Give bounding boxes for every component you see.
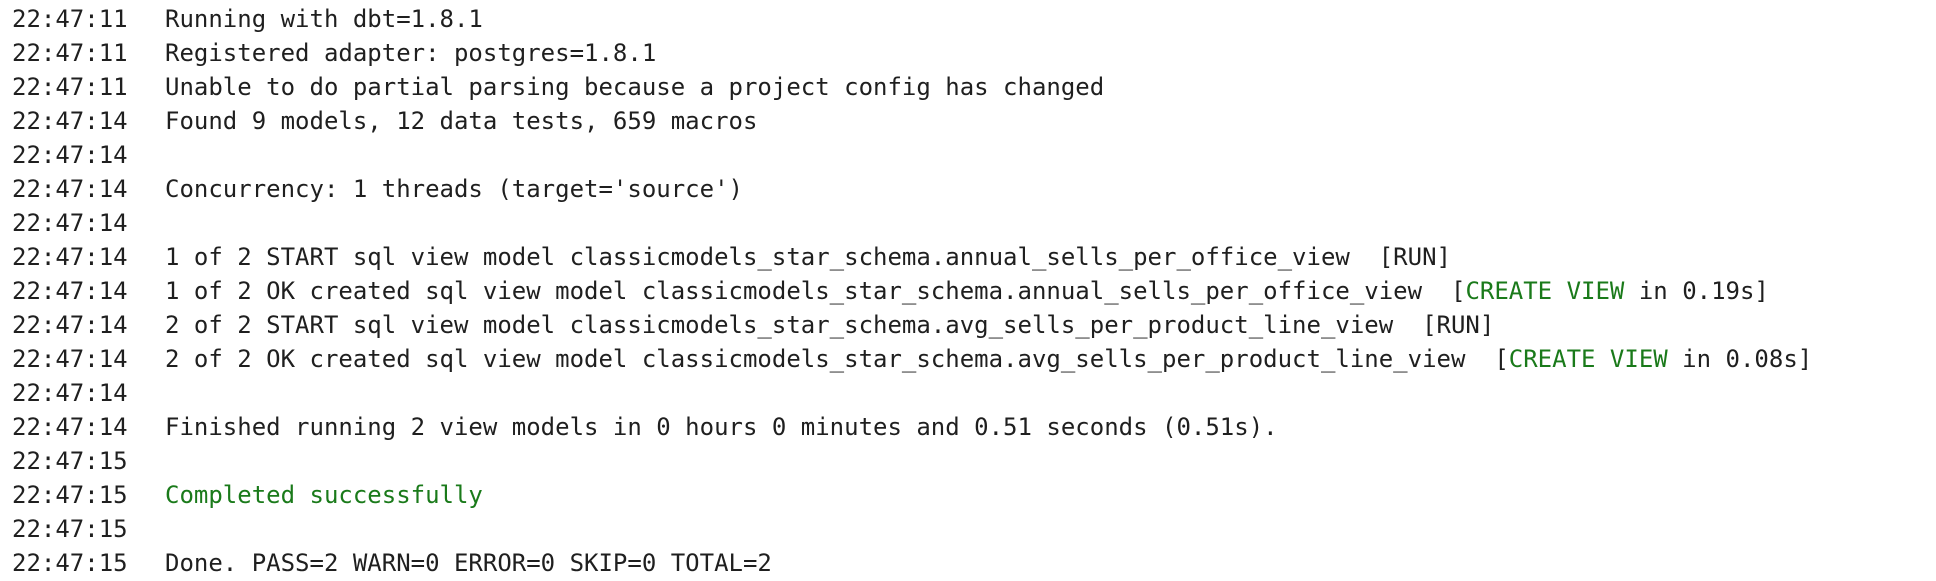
log-line: 22:47:14 bbox=[0, 206, 1936, 240]
log-message: 1 of 2 OK created sql view model classic… bbox=[165, 274, 1769, 308]
log-timestamp: 22:47:14 bbox=[12, 141, 128, 169]
log-message: Done. PASS=2 WARN=0 ERROR=0 SKIP=0 TOTAL… bbox=[165, 549, 772, 577]
success-message: Completed successfully bbox=[165, 481, 483, 509]
log-message-prefix: 2 of 2 OK created sql view model classic… bbox=[165, 345, 1509, 373]
log-line: 22:47:14 Found 9 models, 12 data tests, 6… bbox=[0, 104, 1936, 138]
log-timestamp: 22:47:14 bbox=[12, 277, 128, 305]
terminal-output: 22:47:11 Running with dbt=1.8.1 22:47:11 R… bbox=[0, 0, 1936, 581]
log-line: 22:47:15 bbox=[0, 444, 1936, 478]
log-timestamp: 22:47:11 bbox=[12, 39, 128, 67]
log-message: Unable to do partial parsing because a p… bbox=[165, 73, 1105, 101]
log-message-suffix: in 0.19s] bbox=[1624, 277, 1769, 305]
log-message: 2 of 2 OK created sql view model classic… bbox=[165, 342, 1812, 376]
log-timestamp: 22:47:14 bbox=[12, 413, 128, 441]
log-timestamp: 22:47:15 bbox=[12, 515, 128, 543]
log-message: Finished running 2 view models in 0 hour… bbox=[165, 413, 1278, 441]
log-timestamp: 22:47:14 bbox=[12, 209, 128, 237]
log-timestamp: 22:47:15 bbox=[12, 447, 128, 475]
log-timestamp: 22:47:11 bbox=[12, 5, 128, 33]
log-message: Registered adapter: postgres=1.8.1 bbox=[165, 39, 657, 67]
log-message: Concurrency: 1 threads (target='source') bbox=[165, 175, 743, 203]
log-line: 22:47:15 Completed successfully bbox=[0, 478, 1936, 512]
log-message: Running with dbt=1.8.1 bbox=[165, 5, 483, 33]
create-view-status: CREATE VIEW bbox=[1508, 345, 1668, 373]
log-line: 22:47:11 Registered adapter: postgres=1.8… bbox=[0, 36, 1936, 70]
log-line: 22:47:11 Unable to do partial parsing bec… bbox=[0, 70, 1936, 104]
log-line: 22:47:14 bbox=[0, 138, 1936, 172]
log-timestamp: 22:47:15 bbox=[12, 481, 128, 509]
log-timestamp: 22:47:14 bbox=[12, 379, 128, 407]
log-timestamp: 22:47:15 bbox=[12, 549, 128, 577]
log-timestamp: 22:47:14 bbox=[12, 243, 128, 271]
log-message-prefix: 1 of 2 OK created sql view model classic… bbox=[165, 277, 1466, 305]
log-line: 22:47:14 bbox=[0, 376, 1936, 410]
log-line: 22:47:14 1 of 2 START sql view model clas… bbox=[0, 240, 1936, 274]
log-line: 22:47:14 Concurrency: 1 threads (target='… bbox=[0, 172, 1936, 206]
create-view-status: CREATE VIEW bbox=[1465, 277, 1625, 305]
log-line: 22:47:15 bbox=[0, 512, 1936, 546]
log-timestamp: 22:47:14 bbox=[12, 311, 128, 339]
log-timestamp: 22:47:14 bbox=[12, 345, 128, 373]
log-message: 2 of 2 START sql view model classicmodel… bbox=[165, 311, 1495, 339]
log-line: 22:47:15 Done. PASS=2 WARN=0 ERROR=0 SKIP… bbox=[0, 546, 1936, 580]
log-timestamp: 22:47:11 bbox=[12, 73, 128, 101]
log-message: 1 of 2 START sql view model classicmodel… bbox=[165, 243, 1451, 271]
log-line: 22:47:11 Running with dbt=1.8.1 bbox=[0, 2, 1936, 36]
log-line: 22:47:14 2 of 2 START sql view model clas… bbox=[0, 308, 1936, 342]
log-timestamp: 22:47:14 bbox=[12, 175, 128, 203]
log-line: 22:47:14 Finished running 2 view models i… bbox=[0, 410, 1936, 444]
log-message-suffix: in 0.08s] bbox=[1667, 345, 1813, 373]
log-timestamp: 22:47:14 bbox=[12, 107, 128, 135]
log-message: Found 9 models, 12 data tests, 659 macro… bbox=[165, 107, 758, 135]
log-line: 22:47:14 2 of 2 OK created sql view model… bbox=[0, 342, 1936, 376]
log-line: 22:47:14 1 of 2 OK created sql view model… bbox=[0, 274, 1936, 308]
